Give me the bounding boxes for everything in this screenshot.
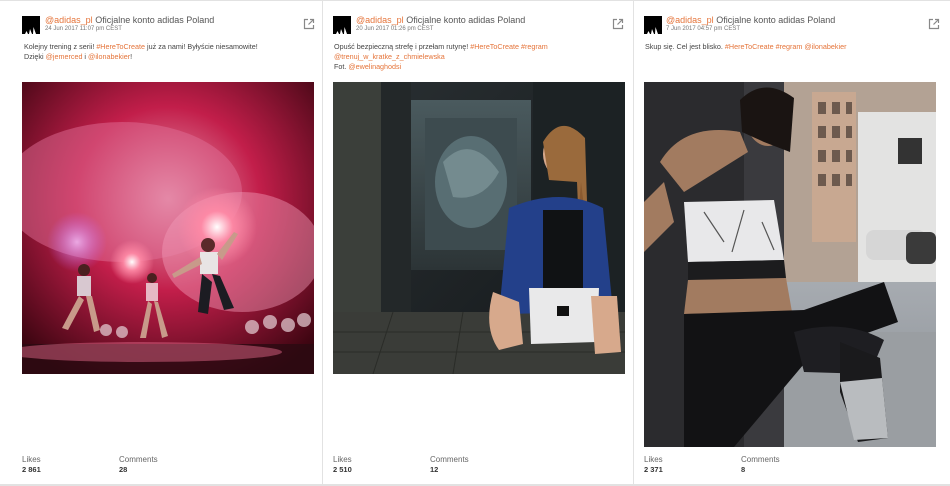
post-caption: Opuść bezpieczną strefę i przełam rutynę…	[334, 42, 548, 72]
caption-text: Kolejny trening z serii!	[24, 42, 97, 51]
author-account-name: Oficjalne konto adidas Poland	[406, 15, 526, 25]
likes-count: 2 861	[22, 465, 41, 474]
post-header: @adidas_pl Oficjalne konto adidas Poland…	[0, 14, 322, 34]
post-card: @adidas_pl Oficjalne konto adidas Poland…	[634, 1, 950, 484]
comments-count: 8	[741, 465, 746, 474]
adidas-logo-icon[interactable]	[333, 16, 351, 34]
likes-count: 2 371	[644, 465, 663, 474]
post-header: @adidas_pl Oficjalne konto adidas Poland…	[323, 14, 633, 34]
likes-label: Likes	[22, 455, 41, 464]
author-handle-link[interactable]: @adidas_pl	[45, 15, 93, 25]
caption-text: Skup się. Cel jest blisko.	[645, 42, 725, 51]
hashtag-link[interactable]: #HereToCreate	[96, 42, 145, 51]
mention-link[interactable]: @ilonabekier	[88, 52, 130, 61]
author-handle-link[interactable]: @adidas_pl	[666, 15, 714, 25]
post-date: 7 Jun 2017 04:57 pm CEST	[666, 26, 741, 32]
comments-count: 28	[119, 465, 128, 474]
likes-label: Likes	[644, 455, 663, 464]
adidas-logo-icon[interactable]	[22, 16, 40, 34]
post-card: @adidas_pl Oficjalne konto adidas Poland…	[323, 1, 633, 484]
comments-label: Comments	[119, 455, 158, 464]
post-caption: Skup się. Cel jest blisko. #HereToCreate…	[645, 42, 846, 52]
caption-text: już za nami! Byłyście niesamowite!	[145, 42, 258, 51]
hashtag-link[interactable]: #HereToCreate #regram	[470, 42, 548, 51]
author-account-name: Oficjalne konto adidas Poland	[716, 15, 836, 25]
comments-label: Comments	[741, 455, 780, 464]
caption-text: Dzięki	[24, 52, 46, 61]
post-feed: @adidas_pl Oficjalne konto adidas Poland…	[0, 0, 950, 486]
adidas-logo-icon[interactable]	[644, 16, 662, 34]
external-link-icon[interactable]	[928, 17, 940, 30]
post-header: @adidas_pl Oficjalne konto adidas Poland…	[634, 14, 950, 34]
comments-stat: Comments 8	[741, 455, 780, 475]
comments-stat: Comments 28	[119, 455, 158, 475]
comments-label: Comments	[430, 455, 469, 464]
comments-stat: Comments 12	[430, 455, 469, 475]
mention-link[interactable]: @ewelinaghodsi	[348, 62, 401, 71]
post-author: @adidas_pl Oficjalne konto adidas Poland	[45, 15, 214, 26]
mention-link[interactable]: @jemerced	[46, 52, 83, 61]
post-author: @adidas_pl Oficjalne konto adidas Poland	[356, 15, 525, 26]
caption-text: !	[130, 52, 133, 61]
likes-stat: Likes 2 510	[333, 455, 352, 475]
caption-text: Opuść bezpieczną strefę i przełam rutynę…	[334, 42, 471, 51]
comments-count: 12	[430, 465, 439, 474]
post-date: 20 Jun 2017 01:26 pm CEST	[356, 26, 434, 32]
post-date: 24 Jun 2017 11:07 pm CEST	[45, 26, 122, 32]
likes-count: 2 510	[333, 465, 352, 474]
likes-label: Likes	[333, 455, 352, 464]
mention-link[interactable]: @trenuj_w_kratke_z_chmielewska	[334, 52, 445, 61]
author-account-name: Oficjalne konto adidas Poland	[95, 15, 215, 25]
external-link-icon[interactable]	[612, 17, 624, 30]
post-author: @adidas_pl Oficjalne konto adidas Poland	[666, 15, 835, 26]
hashtag-link[interactable]: #HereToCreate #regram @ilonabekier	[725, 42, 847, 51]
post-photo[interactable]	[22, 82, 314, 374]
post-photo[interactable]	[333, 82, 625, 374]
post-card: @adidas_pl Oficjalne konto adidas Poland…	[0, 1, 322, 484]
post-photo[interactable]	[644, 82, 936, 447]
external-link-icon[interactable]	[303, 17, 315, 30]
post-caption: Kolejny trening z serii! #HereToCreate j…	[24, 42, 258, 62]
likes-stat: Likes 2 371	[644, 455, 663, 475]
caption-text: Fot.	[334, 62, 349, 71]
author-handle-link[interactable]: @adidas_pl	[356, 15, 404, 25]
likes-stat: Likes 2 861	[22, 455, 41, 475]
